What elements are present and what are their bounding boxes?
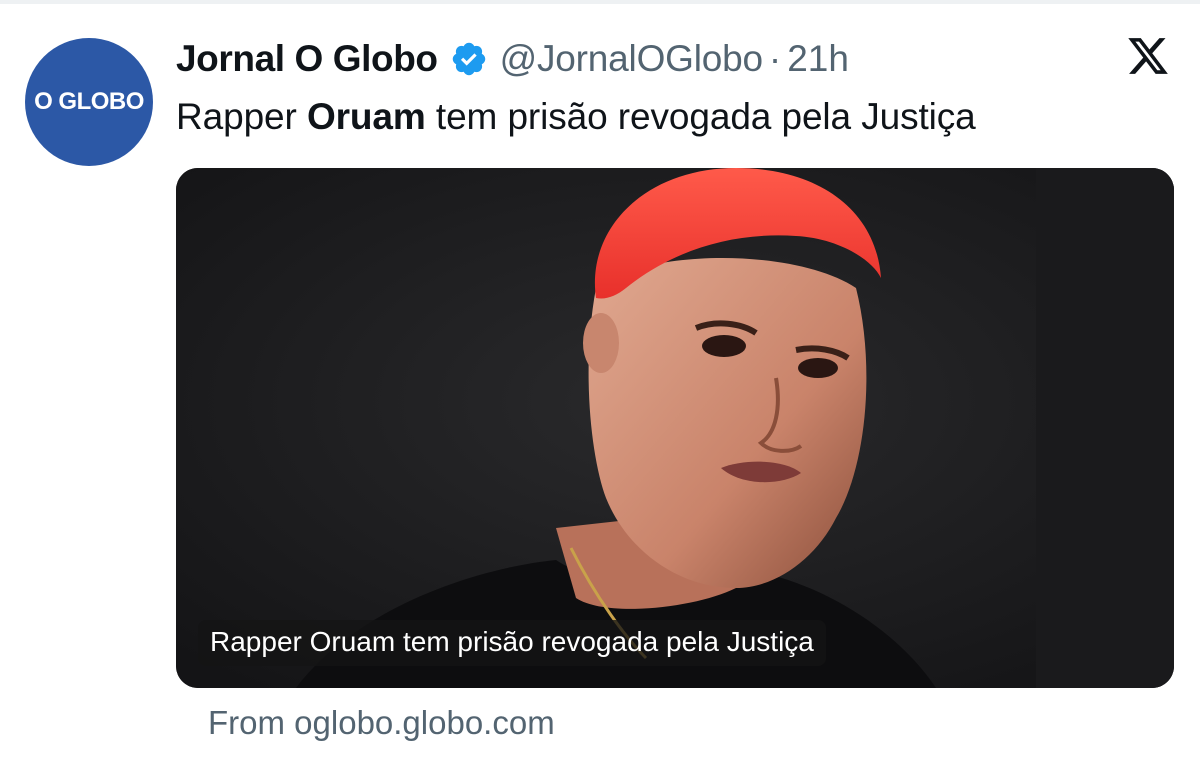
x-logo-icon[interactable] <box>1126 34 1170 78</box>
tweet-text-prefix: Rapper <box>176 96 307 137</box>
source-prefix: From <box>208 704 295 741</box>
verified-badge-icon[interactable] <box>450 40 488 78</box>
timestamp[interactable]: 21h <box>787 38 849 80</box>
link-source: From oglobo.globo.com <box>208 704 555 742</box>
card-caption: Rapper Oruam tem prisão revogada pela Ju… <box>198 620 826 666</box>
tweet-text-suffix: tem prisão revogada pela Justiça <box>425 96 976 137</box>
tweet-header: Jornal O Globo @JornalOGlobo · 21h <box>176 36 849 82</box>
handle[interactable]: @JornalOGlobo <box>500 38 763 80</box>
source-domain-link[interactable]: oglobo.globo.com <box>294 704 555 741</box>
link-card[interactable]: Rapper Oruam tem prisão revogada pela Ju… <box>176 168 1174 688</box>
top-divider <box>0 0 1200 4</box>
tweet-text-bold: Oruam <box>306 96 426 137</box>
avatar[interactable]: O GLOBO <box>25 38 153 166</box>
card-photo <box>176 168 1174 688</box>
display-name[interactable]: Jornal O Globo <box>176 38 438 80</box>
separator-dot: · <box>768 38 782 79</box>
avatar-logo-text: O GLOBO <box>34 88 144 115</box>
tweet-text: Rapper Oruam tem prisão revogada pela Ju… <box>176 96 976 138</box>
